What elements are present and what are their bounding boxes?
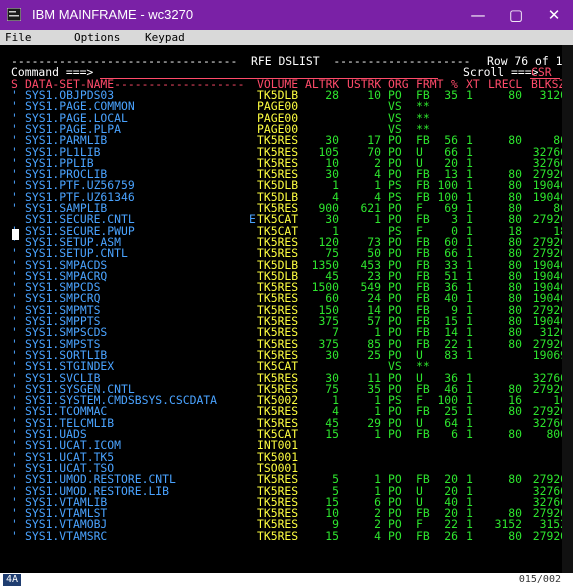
window-title: IBM MAINFRAME - wc3270 bbox=[32, 7, 194, 22]
vertical-scrollbar[interactable] bbox=[562, 45, 573, 573]
status-bar: 4A 015/002 bbox=[0, 573, 573, 587]
minimize-button[interactable]: — bbox=[459, 0, 497, 30]
cell-lrecl: 80 bbox=[508, 472, 523, 487]
cell-lrecl: 80 bbox=[508, 427, 523, 441]
cell-ustrk: 4 bbox=[374, 528, 381, 543]
cell-lrecl: 80 bbox=[508, 404, 523, 419]
cell-pct: 35 bbox=[444, 88, 459, 102]
text-cursor bbox=[12, 229, 19, 240]
title-bar: IBM MAINFRAME - wc3270 — ▢ ✕ bbox=[0, 0, 573, 30]
scroll-input-underline[interactable] bbox=[530, 78, 560, 79]
cell-ustrk: 10 bbox=[367, 88, 382, 102]
cell-xt: 1 bbox=[466, 347, 473, 362]
cell-volume: TK5RES bbox=[257, 528, 299, 543]
cell-org: PO bbox=[388, 528, 402, 543]
cursor-position: 015/002 bbox=[518, 574, 561, 585]
close-button[interactable]: ✕ bbox=[535, 0, 573, 30]
cell-xt: 1 bbox=[466, 528, 473, 543]
terminal-screen[interactable]: --------------------------------- RFE DS… bbox=[0, 45, 573, 573]
cell-altrk: 15 bbox=[325, 427, 340, 441]
cell-altrk: 30 bbox=[325, 347, 340, 362]
cell-altrk: 15 bbox=[325, 528, 340, 543]
cell-lrecl: 80 bbox=[508, 528, 523, 543]
cell-s[interactable]: ' bbox=[11, 530, 18, 542]
cell-lrecl: 80 bbox=[508, 88, 523, 102]
cell-lrecl: 80 bbox=[508, 133, 523, 148]
menu-bar: File Options Keypad bbox=[0, 30, 573, 45]
terminal-window: IBM MAINFRAME - wc3270 — ▢ ✕ File Option… bbox=[0, 0, 573, 587]
menu-keypad[interactable]: Keypad bbox=[145, 30, 185, 45]
menu-file[interactable]: File bbox=[5, 30, 32, 45]
terminal-app-icon bbox=[7, 8, 21, 21]
cell-ustrk: 1 bbox=[374, 212, 381, 227]
cell-pct: 26 bbox=[444, 528, 459, 543]
cell-frmt: FB bbox=[416, 528, 430, 543]
cell-frmt: FB bbox=[416, 427, 430, 441]
cell-pct: 83 bbox=[444, 347, 459, 362]
command-input-underline[interactable] bbox=[100, 78, 438, 79]
cell-s[interactable]: ' bbox=[11, 202, 18, 214]
cell-ustrk: 1 bbox=[374, 427, 381, 441]
maximize-button[interactable]: ▢ bbox=[497, 0, 535, 30]
cell-altrk: 28 bbox=[325, 88, 340, 102]
cell-name: SYS1.VTAMSRC bbox=[25, 528, 108, 543]
menu-options[interactable]: Options bbox=[74, 30, 120, 45]
cell-xt: 1 bbox=[466, 427, 473, 441]
cell-ustrk: 25 bbox=[367, 347, 382, 362]
cell-org: PO bbox=[388, 427, 402, 441]
cell-xt: 1 bbox=[466, 88, 473, 102]
cursor-marker: E bbox=[249, 212, 256, 227]
cell-pct: 6 bbox=[451, 427, 458, 441]
status-indicator: 4A bbox=[3, 574, 22, 586]
cell-lrecl: 80 bbox=[508, 336, 523, 351]
